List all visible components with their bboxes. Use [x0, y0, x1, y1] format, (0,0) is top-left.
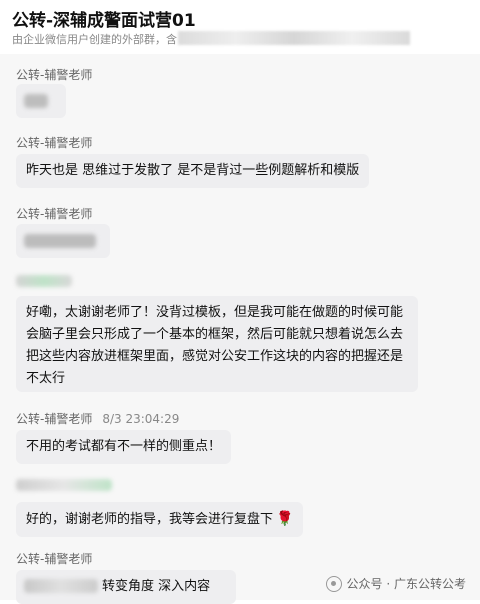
chat-header: 公转-深辅成警面试营01 由企业微信用户创建的外部群，含: [0, 0, 480, 54]
redacted-content: [24, 579, 98, 593]
blurred-member-list: [178, 31, 410, 45]
message-text: 好的，谢谢老师的指导，我等会进行复盘下: [26, 512, 274, 527]
sender-name: 公转-辅警老师: [16, 412, 93, 426]
message-bubble-redacted[interactable]: [16, 224, 110, 258]
rose-icon: 🌹: [276, 511, 294, 527]
message-sender: 公转-辅警老师: [16, 552, 93, 566]
message-bubble[interactable]: 好的，谢谢老师的指导，我等会进行复盘下 🌹: [16, 502, 304, 537]
message-bubble[interactable]: 昨天也是 思维过于发散了 是不是背过一些例题解析和模版: [16, 154, 370, 188]
message-list[interactable]: 公转-辅警老师 公转-辅警老师 昨天也是 思维过于发散了 是不是背过一些例题解析…: [0, 54, 480, 604]
redacted-content: [24, 94, 48, 108]
redacted-sender-name: [16, 479, 112, 491]
wechat-official-account-icon: [325, 575, 342, 592]
message-timestamp: 8/3 23:04:29: [102, 412, 180, 426]
redacted-sender-name: [16, 275, 72, 287]
message-sender: 公转-辅警老师: [16, 136, 93, 150]
watermark-text: 公众号 · 广东公转公考: [346, 577, 466, 591]
message-bubble[interactable]: 不用的考试都有不一样的侧重点！: [16, 430, 232, 464]
message-sender: 公转-辅警老师 8/3 23:04:29: [16, 410, 179, 427]
message-bubble[interactable]: 转变角度 深入内容: [16, 570, 236, 604]
watermark: 公众号 · 广东公转公考: [325, 575, 466, 592]
group-subtitle: 由企业微信用户创建的外部群，含: [12, 33, 177, 46]
redacted-content: [24, 234, 96, 248]
message-sender: 公转-辅警老师: [16, 68, 93, 82]
message-bubble[interactable]: 好嘞，太谢谢老师了！没背过模板，但是我可能在做题的时候可能会脑子里会只形成了一个…: [16, 296, 418, 392]
message-bubble-redacted[interactable]: [16, 84, 66, 118]
group-title[interactable]: 公转-深辅成警面试营01: [12, 6, 196, 31]
message-sender: 公转-辅警老师: [16, 207, 93, 221]
message-text: 转变角度 深入内容: [102, 579, 211, 594]
